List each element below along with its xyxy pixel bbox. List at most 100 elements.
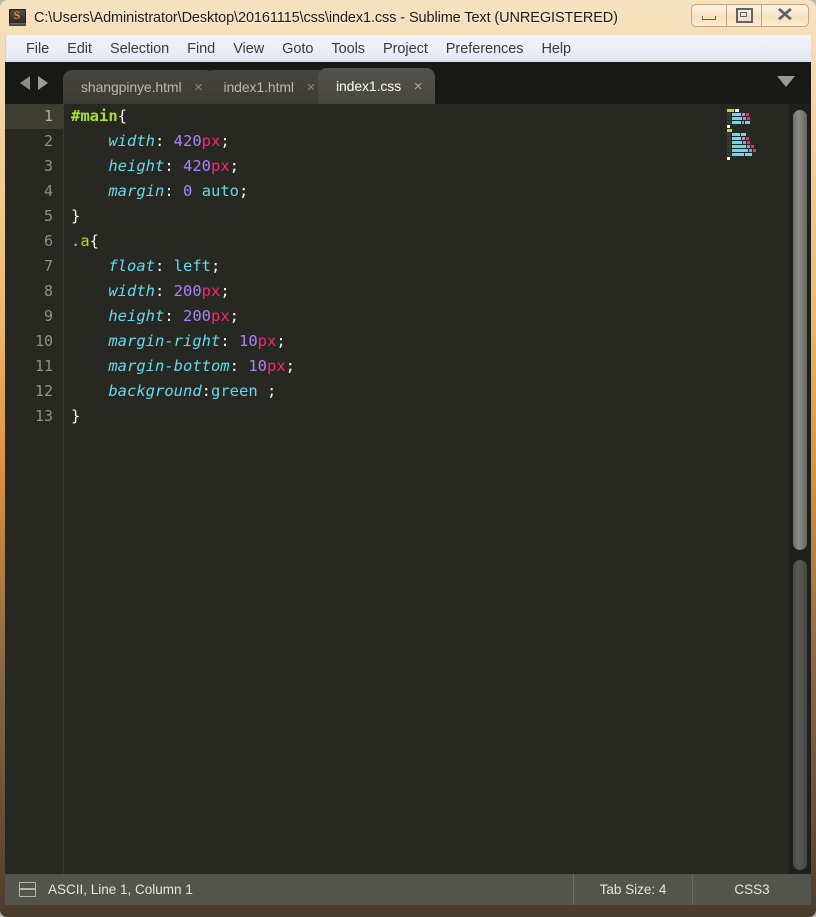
line-number[interactable]: 2	[5, 129, 63, 154]
menu-item-tools[interactable]: Tools	[322, 38, 374, 60]
code-content[interactable]: #main{ width: 420px; height: 420px; marg…	[71, 104, 721, 429]
scrollbar-thumb-secondary[interactable]	[793, 560, 807, 870]
menu-item-preferences[interactable]: Preferences	[437, 38, 533, 60]
minimap-block	[732, 148, 748, 152]
minimap-block	[753, 148, 756, 152]
code-token: float	[108, 257, 155, 275]
minimap-block	[743, 116, 746, 120]
line-number[interactable]: 1	[5, 104, 63, 129]
code-line[interactable]: }	[71, 204, 721, 229]
menu-item-find[interactable]: Find	[178, 38, 224, 60]
line-number[interactable]: 12	[5, 379, 63, 404]
code-token: :	[164, 157, 183, 175]
minimap-block	[727, 136, 731, 140]
line-number[interactable]: 6	[5, 229, 63, 254]
code-token: :	[220, 332, 239, 350]
code-token: #main	[71, 107, 118, 125]
tab-close-icon[interactable]: ×	[401, 79, 435, 94]
scrollbar-thumb[interactable]	[793, 110, 807, 550]
minimize-button[interactable]	[691, 4, 726, 27]
code-line[interactable]: width: 420px;	[71, 129, 721, 154]
status-syntax[interactable]: CSS3	[692, 874, 811, 905]
code-token: width	[108, 132, 155, 150]
minimap-block	[751, 144, 754, 148]
line-number[interactable]: 4	[5, 179, 63, 204]
line-number[interactable]: 13	[5, 404, 63, 429]
code-line[interactable]: background:green ;	[71, 379, 721, 404]
code-token: ;	[257, 382, 277, 400]
tab-shangpinye-html[interactable]: shangpinye.html ×	[63, 70, 216, 104]
menu-item-selection[interactable]: Selection	[101, 38, 178, 60]
code-line[interactable]: margin: 0 auto;	[71, 179, 721, 204]
minimap-block	[727, 128, 732, 132]
code-token: 420	[173, 132, 202, 150]
close-button[interactable]: ✕	[761, 4, 809, 27]
line-number[interactable]: 7	[5, 254, 63, 279]
code-editor[interactable]: 1 2 3 4 5 6 7 8 9 10 11 12 13 #main{ width: 420px; h…	[5, 104, 811, 874]
previous-tab-arrow[interactable]	[20, 76, 30, 90]
tab-label: index1.css	[335, 78, 402, 94]
layout-panel-icon[interactable]	[19, 882, 36, 897]
line-number[interactable]: 10	[5, 329, 63, 354]
minimap-block	[727, 112, 731, 116]
next-tab-arrow[interactable]	[38, 76, 48, 90]
line-number[interactable]: 3	[5, 154, 63, 179]
line-number[interactable]: 11	[5, 354, 63, 379]
minimap-block	[743, 140, 746, 144]
status-tab-size[interactable]: Tab Size: 4	[573, 874, 692, 905]
menu-item-goto[interactable]: Goto	[273, 38, 322, 60]
code-token: ;	[285, 357, 296, 375]
tab-label: index1.html	[223, 79, 294, 95]
minimap-block	[741, 132, 746, 136]
code-token: ;	[220, 132, 230, 150]
menu-item-help[interactable]: Help	[532, 38, 580, 60]
code-token: margin-right	[108, 332, 221, 350]
menu-item-file[interactable]: File	[17, 38, 58, 60]
line-number[interactable]: 5	[5, 204, 63, 229]
code-token: }	[71, 407, 81, 425]
title-bar[interactable]: S C:\Users\Administrator\Desktop\2016111…	[0, 0, 816, 35]
menu-item-view[interactable]: View	[224, 38, 273, 60]
tab-index1-html[interactable]: index1.html ×	[205, 70, 328, 104]
code-token: }	[71, 207, 81, 225]
line-number-gutter: 1 2 3 4 5 6 7 8 9 10 11 12 13	[5, 104, 64, 874]
code-line[interactable]: width: 200px;	[71, 279, 721, 304]
status-left-group: ASCII, Line 1, Column 1	[5, 874, 573, 905]
code-token: margin-bottom	[108, 357, 230, 375]
tab-index1-css[interactable]: index1.css ×	[317, 68, 436, 104]
code-line[interactable]: }	[71, 404, 721, 429]
sublime-text-window: S C:\Users\Administrator\Desktop\2016111…	[0, 0, 816, 917]
minimap-block	[742, 112, 745, 116]
code-line[interactable]: height: 420px;	[71, 154, 721, 179]
vertical-scrollbar[interactable]	[789, 104, 811, 874]
code-token: px	[201, 132, 221, 150]
code-line[interactable]: margin-right: 10px;	[71, 329, 721, 354]
code-line[interactable]: height: 200px;	[71, 304, 721, 329]
tab-bar: shangpinye.html × index1.html × index1.c…	[5, 62, 811, 104]
minimap-block	[747, 144, 750, 148]
code-line[interactable]: float: left;	[71, 254, 721, 279]
code-line[interactable]: #main{	[71, 104, 721, 129]
menu-item-project[interactable]: Project	[374, 38, 437, 60]
minimap[interactable]	[721, 104, 789, 874]
line-number[interactable]: 9	[5, 304, 63, 329]
minimap-block	[735, 108, 739, 112]
tab-dropdown-icon[interactable]	[777, 76, 795, 87]
minimap-block	[727, 116, 731, 120]
code-token: width	[108, 282, 155, 300]
code-token: 200	[173, 282, 202, 300]
code-token: :	[201, 382, 211, 400]
minimap-block	[727, 120, 731, 124]
menu-item-edit[interactable]: Edit	[58, 38, 101, 60]
app-icon-letter: S	[13, 7, 21, 22]
code-line[interactable]: margin-bottom: 10px;	[71, 354, 721, 379]
maximize-button[interactable]	[726, 4, 761, 27]
code-token: px	[267, 357, 286, 375]
code-token: {	[89, 232, 100, 250]
code-line[interactable]: .a{	[71, 229, 721, 254]
line-number[interactable]: 8	[5, 279, 63, 304]
